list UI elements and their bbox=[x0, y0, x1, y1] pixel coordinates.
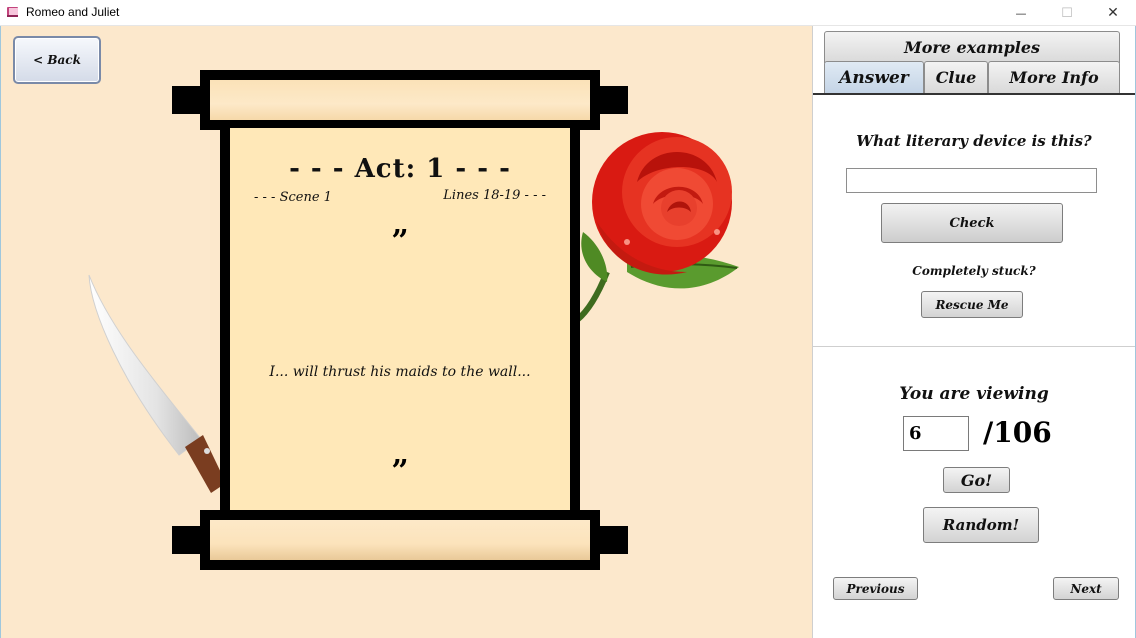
random-button[interactable]: Random! bbox=[923, 507, 1039, 543]
back-button[interactable]: < Back bbox=[13, 36, 101, 84]
tab-clue[interactable]: Clue bbox=[924, 61, 988, 93]
answer-panel: More examples Answer Clue More Info What… bbox=[812, 26, 1136, 638]
viewing-label: You are viewing bbox=[899, 384, 1049, 404]
quote-passage: I... will thrust his maids to the wall..… bbox=[269, 364, 531, 380]
tab-more-info[interactable]: More Info bbox=[988, 61, 1120, 93]
lines-label: Lines 18-19 - - - bbox=[443, 188, 546, 203]
act-title: - - - Act: 1 - - - bbox=[289, 154, 511, 184]
knife-image bbox=[88, 274, 226, 493]
scroll-stage: < Back - - - Act: 1 - - - - - - Scene 1 … bbox=[0, 26, 812, 638]
total-pages: /106 bbox=[983, 416, 1052, 449]
title-bar: Romeo and Juliet — ☐ ✕ bbox=[0, 0, 1136, 26]
open-quote: ” bbox=[391, 224, 409, 259]
next-button[interactable]: Next bbox=[1053, 577, 1119, 600]
close-quote: ” bbox=[391, 454, 409, 489]
tab-answer[interactable]: Answer bbox=[824, 61, 924, 93]
go-button[interactable]: Go! bbox=[943, 467, 1010, 493]
scroll-bottom-roller bbox=[200, 510, 600, 570]
stuck-label: Completely stuck? bbox=[912, 264, 1036, 278]
answer-input[interactable] bbox=[846, 168, 1097, 193]
minimize-icon: — bbox=[1015, 6, 1027, 20]
scroll-bottom-left-knob bbox=[172, 526, 200, 554]
section-divider bbox=[813, 346, 1135, 347]
previous-button[interactable]: Previous bbox=[833, 577, 918, 600]
tab-divider bbox=[813, 93, 1135, 95]
close-icon: ✕ bbox=[1107, 5, 1119, 21]
close-button[interactable]: ✕ bbox=[1090, 0, 1136, 26]
rose-image bbox=[575, 132, 739, 323]
maximize-icon: ☐ bbox=[1061, 5, 1073, 21]
scroll-bottom-right-knob bbox=[600, 526, 628, 554]
minimize-button[interactable]: — bbox=[998, 0, 1044, 26]
rescue-me-button[interactable]: Rescue Me bbox=[921, 291, 1023, 318]
scroll-top-right-knob bbox=[600, 86, 628, 114]
scene-label: - - - Scene 1 bbox=[254, 190, 332, 205]
scroll-top-roller bbox=[200, 70, 600, 130]
check-button[interactable]: Check bbox=[881, 203, 1063, 243]
window-title: Romeo and Juliet bbox=[26, 5, 120, 19]
book-icon bbox=[7, 7, 18, 17]
page-number-input[interactable] bbox=[903, 416, 969, 451]
maximize-button[interactable]: ☐ bbox=[1044, 0, 1090, 26]
tab-more-examples[interactable]: More examples bbox=[824, 31, 1120, 63]
question-prompt: What literary device is this? bbox=[856, 132, 1092, 150]
scroll-paper: - - - Act: 1 - - - - - - Scene 1 Lines 1… bbox=[220, 122, 580, 518]
scroll-top-left-knob bbox=[172, 86, 200, 114]
